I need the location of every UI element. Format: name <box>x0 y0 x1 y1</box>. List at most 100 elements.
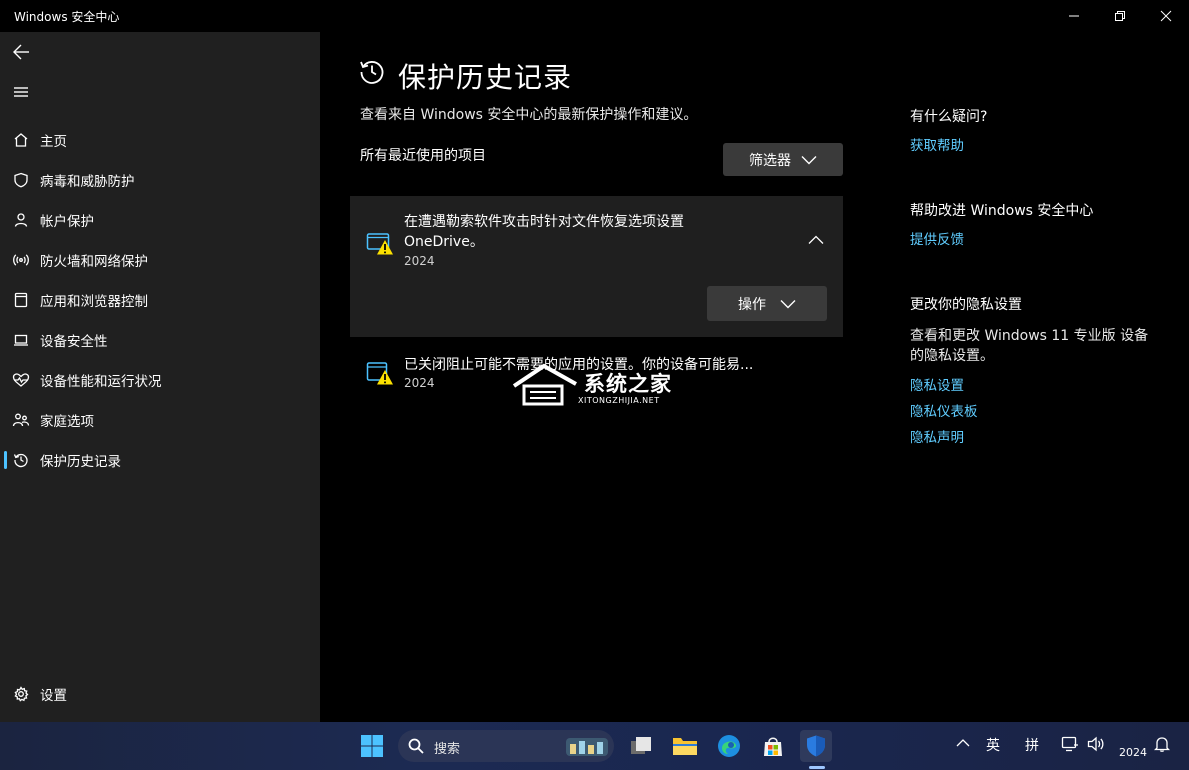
watermark-subtext: XITONGZHIJIA.NET <box>578 396 660 405</box>
clock[interactable]: 2024 <box>1119 746 1147 759</box>
search-highlight-icon <box>566 738 608 756</box>
app-window-icon <box>12 291 30 309</box>
edge-icon <box>718 735 740 757</box>
task-view-icon <box>631 737 651 754</box>
privacy-heading: 更改你的隐私设置 <box>910 297 1022 313</box>
history-item-date: 2024 <box>404 376 435 390</box>
sidebar-item-label: 病毒和威胁防护 <box>40 174 135 190</box>
restore-button[interactable] <box>1097 0 1143 32</box>
sidebar-item-label: 防火墙和网络保护 <box>40 254 148 270</box>
watermark-logo: 系统之家 XITONGZHIJIA.NET <box>510 362 680 408</box>
start-button[interactable] <box>356 730 388 762</box>
window-title: Windows 安全中心 <box>14 10 120 24</box>
chevron-down-icon <box>801 155 817 164</box>
sidebar-item-device-performance[interactable]: 设备性能和运行状况 <box>4 362 316 398</box>
volume-icon[interactable] <box>1087 736 1105 756</box>
taskbar-search[interactable]: 搜索 <box>398 730 614 762</box>
section-label: 所有最近使用的项目 <box>360 148 486 164</box>
actions-label: 操作 <box>738 296 766 313</box>
person-icon <box>12 211 30 229</box>
back-arrow-icon <box>13 44 29 60</box>
security-center-button[interactable] <box>800 730 832 762</box>
chevron-down-icon <box>780 299 796 308</box>
hamburger-menu-button[interactable] <box>8 79 34 105</box>
active-app-indicator <box>809 766 825 769</box>
hamburger-icon <box>14 87 28 97</box>
watermark-text: 系统之家 <box>584 372 672 396</box>
sidebar-item-settings[interactable]: 设置 <box>4 676 316 712</box>
chevron-up-icon <box>956 739 970 747</box>
family-icon <box>12 411 30 429</box>
taskbar: 搜索 英 拼 2024 <box>0 722 1189 770</box>
app-window-warning-icon <box>366 360 394 390</box>
sidebar-item-label: 家庭选项 <box>40 414 94 430</box>
history-item-title: 在遭遇勒索软件攻击时针对文件恢复选项设置 OneDrive。 <box>404 214 684 250</box>
laptop-icon <box>12 331 30 349</box>
history-item-date: 2024 <box>404 254 435 268</box>
heart-pulse-icon <box>12 371 30 389</box>
shield-icon <box>807 735 825 757</box>
privacy-dashboard-link[interactable]: 隐私仪表板 <box>910 400 978 420</box>
back-button[interactable] <box>8 39 34 65</box>
edge-browser-button[interactable] <box>713 730 745 762</box>
sidebar-item-virus-protection[interactable]: 病毒和威胁防护 <box>4 162 316 198</box>
ime-mode[interactable]: 拼 <box>1025 735 1039 755</box>
history-icon <box>12 451 30 469</box>
sidebar-item-label: 设备性能和运行状况 <box>40 374 162 390</box>
sidebar-item-protection-history[interactable]: 保护历史记录 <box>4 442 316 478</box>
get-help-link[interactable]: 获取帮助 <box>910 134 964 154</box>
restore-icon <box>1115 11 1125 21</box>
sidebar-item-family-options[interactable]: 家庭选项 <box>4 402 316 438</box>
filter-button[interactable]: 筛选器 <box>723 143 843 176</box>
store-icon <box>764 737 782 756</box>
house-logo-icon <box>512 363 577 406</box>
sidebar-item-label: 应用和浏览器控制 <box>40 294 148 310</box>
notification-bell-icon[interactable] <box>1153 736 1171 756</box>
app-warning-icon <box>366 230 394 260</box>
sidebar-item-home[interactable]: 主页 <box>4 122 316 158</box>
page-title: 保护历史记录 <box>398 61 573 94</box>
give-feedback-link[interactable]: 提供反馈 <box>910 228 964 248</box>
privacy-description: 查看和更改 Windows 11 专业版 设备的隐私设置。 <box>910 328 1149 364</box>
sidebar-item-label: 主页 <box>40 134 67 150</box>
folder-icon <box>673 738 697 755</box>
sidebar-item-label: 设备安全性 <box>40 334 108 350</box>
network-icon[interactable] <box>1061 736 1079 756</box>
help-heading: 有什么疑问? <box>910 109 988 125</box>
show-hidden-icons-button[interactable] <box>956 736 970 754</box>
settings-label: 设置 <box>40 688 67 704</box>
privacy-statement-link[interactable]: 隐私声明 <box>910 426 964 446</box>
history-item-expanded[interactable]: 在遭遇勒索软件攻击时针对文件恢复选项设置 OneDrive。 2024 操作 <box>350 196 843 337</box>
chevron-up-icon[interactable] <box>808 230 824 249</box>
windows-logo-icon <box>361 735 383 757</box>
ime-language[interactable]: 英 <box>986 735 1000 755</box>
search-placeholder: 搜索 <box>434 742 461 757</box>
history-icon <box>358 58 386 90</box>
file-explorer-button[interactable] <box>669 730 701 762</box>
minimize-icon <box>1069 15 1079 17</box>
main-content: 保护历史记录 查看来自 Windows 安全中心的最新保护操作和建议。 所有最近… <box>320 32 1189 722</box>
store-button[interactable] <box>757 730 789 762</box>
sidebar-item-label: 帐户保护 <box>40 214 94 230</box>
app-window: Windows 安全中心 主页 病毒和威胁防护 帐户保护 防火墙和网络保护 应用… <box>0 0 1189 722</box>
title-bar: Windows 安全中心 <box>0 0 1189 32</box>
sidebar-item-app-browser-control[interactable]: 应用和浏览器控制 <box>4 282 316 318</box>
wireless-icon <box>12 251 30 269</box>
close-icon <box>1160 10 1172 22</box>
sidebar-item-label: 保护历史记录 <box>40 454 121 470</box>
home-icon <box>12 131 30 149</box>
privacy-settings-link[interactable]: 隐私设置 <box>910 374 964 394</box>
task-view-button[interactable] <box>625 730 657 762</box>
search-icon <box>408 738 424 758</box>
improve-heading: 帮助改进 Windows 安全中心 <box>910 203 1094 219</box>
filter-label: 筛选器 <box>749 152 791 169</box>
sidebar-item-device-security[interactable]: 设备安全性 <box>4 322 316 358</box>
sidebar-item-account-protection[interactable]: 帐户保护 <box>4 202 316 238</box>
gear-icon <box>12 685 30 703</box>
shield-icon <box>12 171 30 189</box>
minimize-button[interactable] <box>1051 0 1097 32</box>
sidebar-item-firewall[interactable]: 防火墙和网络保护 <box>4 242 316 278</box>
close-button[interactable] <box>1143 0 1189 32</box>
actions-button[interactable]: 操作 <box>707 286 827 321</box>
sidebar: 主页 病毒和威胁防护 帐户保护 防火墙和网络保护 应用和浏览器控制 设备安全性 … <box>0 32 320 722</box>
